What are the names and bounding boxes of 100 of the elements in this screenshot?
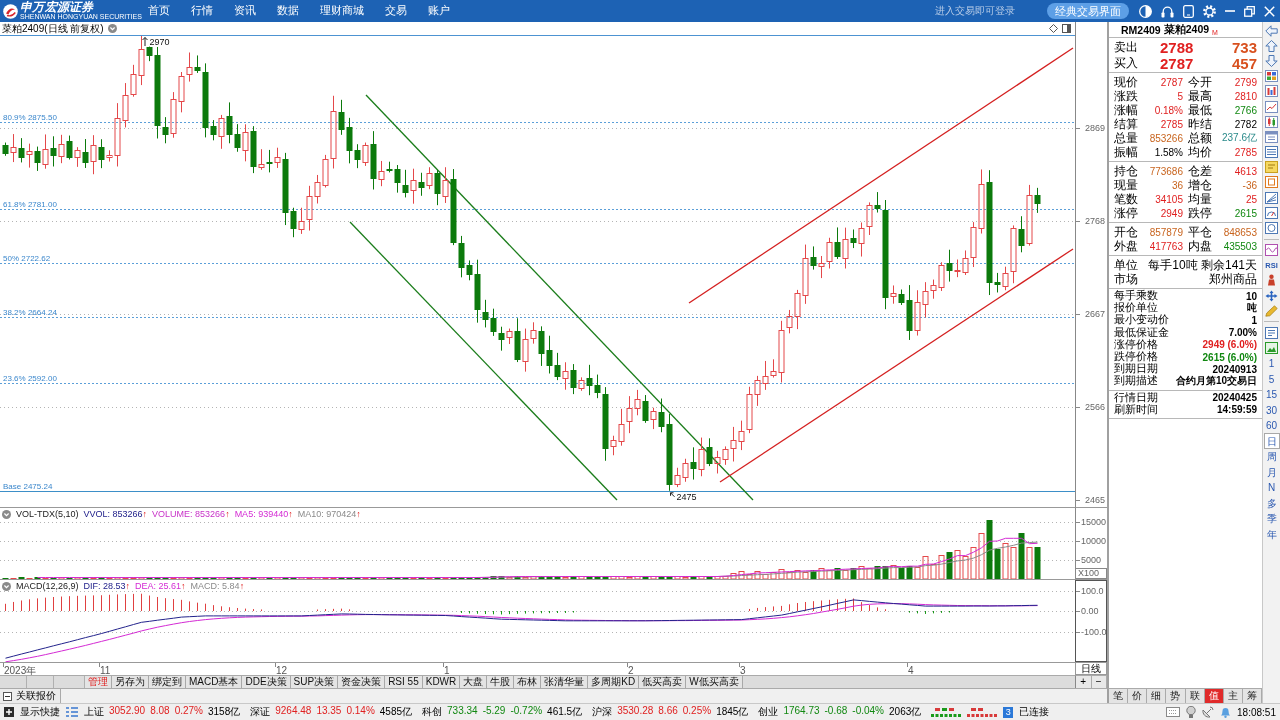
move-icon[interactable]	[1265, 289, 1278, 302]
formula-tab[interactable]: 管理	[85, 676, 112, 688]
panel-tab[interactable]: 价	[1128, 689, 1148, 703]
panel-tab[interactable]: 势	[1166, 689, 1186, 703]
formula-tab[interactable]: SUP决策	[290, 676, 339, 688]
nav-item[interactable]: 数据	[276, 4, 299, 18]
period-button[interactable]: 周	[1263, 448, 1280, 465]
wave-icon[interactable]	[1265, 244, 1278, 257]
formula-tab[interactable]: 布林	[514, 676, 542, 688]
formula-tab[interactable]: 多周期KD	[588, 676, 640, 688]
pencil-icon[interactable]	[1265, 304, 1278, 317]
trend-line[interactable]	[365, 94, 754, 501]
formula-tab[interactable]: 低买高卖	[639, 676, 687, 688]
nav-item[interactable]: 理财商城	[319, 4, 364, 18]
quote-label: 最高	[1188, 88, 1212, 104]
figure-icon[interactable]	[1265, 274, 1278, 287]
formula-tab[interactable]: KDWR	[422, 676, 461, 688]
square-tile-icon[interactable]	[1265, 176, 1278, 189]
formula-tab[interactable]: 牛股	[487, 676, 515, 688]
expand-icon[interactable]	[4, 707, 14, 717]
date-axis-label: 1	[444, 664, 450, 675]
tablet-icon[interactable]	[1183, 4, 1194, 18]
formula-tab[interactable]: W低买高卖	[686, 676, 743, 688]
bell-icon[interactable]	[1220, 706, 1232, 718]
collapse-icon	[3, 691, 12, 701]
zoom-in-button[interactable]: +	[1076, 676, 1092, 688]
shortcut-toggle[interactable]: 显示快捷	[20, 705, 60, 719]
formula-tab[interactable]: 资金决策	[338, 676, 386, 688]
nav-item[interactable]: 交易	[384, 4, 407, 18]
indicator-value: MACD: 5.84↑	[190, 581, 245, 591]
quote-value: 2949	[1160, 207, 1183, 219]
image-icon[interactable]	[1265, 342, 1278, 355]
period-button[interactable]: N	[1263, 479, 1280, 496]
period-button[interactable]: 日	[1263, 433, 1280, 449]
period-button[interactable]: 年	[1263, 526, 1280, 542]
quote-label: 行情日期	[1114, 390, 1158, 403]
nav-item[interactable]: 行情	[190, 4, 213, 18]
period-button[interactable]: 30	[1263, 402, 1280, 418]
index-change: 8.08	[150, 705, 170, 718]
panel-tab[interactable]: 笔	[1109, 689, 1129, 703]
panel-tab[interactable]: 筹	[1242, 689, 1262, 703]
satellite-icon[interactable]	[1202, 706, 1215, 718]
diamond-icon[interactable]	[1049, 24, 1058, 33]
panel-toggle-icon[interactable]	[1062, 24, 1071, 33]
chevron-circle-icon[interactable]	[2, 509, 11, 519]
candlestick-icon[interactable]	[1265, 115, 1278, 128]
linked-quotes-tab[interactable]: 关联报价	[0, 689, 61, 703]
settings-icon[interactable]	[1203, 4, 1216, 18]
chevron-circle-icon[interactable]	[2, 581, 11, 591]
arrow-down-icon[interactable]	[1265, 54, 1278, 67]
contrast-icon[interactable]	[1139, 4, 1152, 18]
headset-icon[interactable]	[1161, 4, 1174, 18]
period-button[interactable]: 1	[1263, 355, 1280, 372]
panel-tab[interactable]: 主	[1223, 689, 1243, 703]
formula-tab[interactable]: 另存为	[112, 676, 149, 688]
chevron-circle-icon[interactable]	[107, 24, 117, 33]
arrow-up-icon[interactable]	[1265, 39, 1278, 52]
quote-label: 跌停	[1188, 205, 1212, 222]
document-icon[interactable]	[1265, 326, 1278, 339]
formula-tab[interactable]: 大盘	[460, 676, 488, 688]
trend-line[interactable]	[719, 248, 1074, 483]
formula-tab[interactable]: 绑定到	[149, 676, 186, 688]
trend-line[interactable]	[349, 221, 618, 501]
formula-tab[interactable]: MACD基本	[186, 676, 243, 688]
panel-tab[interactable]: 细	[1147, 689, 1167, 703]
window-icon[interactable]	[1265, 130, 1278, 143]
nav-item[interactable]: 资讯	[233, 4, 256, 18]
list-icon[interactable]	[66, 707, 78, 717]
close-icon[interactable]	[1264, 5, 1275, 17]
index-name: 沪深	[592, 705, 613, 719]
nav-item[interactable]: 首页	[147, 4, 170, 18]
grid-chart-icon[interactable]	[1265, 70, 1278, 83]
period-button[interactable]: 季	[1263, 510, 1280, 527]
period-button[interactable]: 15	[1263, 386, 1280, 403]
index-change: -5.29	[482, 705, 506, 718]
formula-tab[interactable]: 张清华量	[541, 676, 589, 688]
bulb-icon[interactable]	[1186, 706, 1197, 718]
quote-label: 到期描述	[1114, 374, 1158, 389]
panel-tab[interactable]: 联	[1185, 689, 1205, 703]
index-percent: 0.27%	[174, 705, 203, 718]
keyboard-icon[interactable]	[1166, 707, 1181, 717]
circle-icon[interactable]	[1265, 222, 1278, 235]
period-button[interactable]: 5	[1263, 371, 1280, 387]
arrow-left-icon[interactable]	[1265, 24, 1278, 37]
period-button[interactable]: 60	[1263, 417, 1280, 434]
period-button[interactable]: 多	[1263, 495, 1280, 511]
period-button[interactable]: 月	[1263, 464, 1280, 480]
arc-icon[interactable]	[1265, 206, 1278, 219]
horizontal-lines-icon[interactable]	[1265, 146, 1278, 159]
panel-tab[interactable]: 值	[1204, 689, 1224, 703]
bar-chart-icon[interactable]	[1265, 85, 1278, 98]
restore-icon[interactable]	[1244, 5, 1255, 17]
line-chart-icon[interactable]	[1265, 100, 1278, 113]
trend-line[interactable]	[688, 47, 1074, 304]
fan-lines-icon[interactable]	[1265, 191, 1278, 204]
indicator-value: VOLUME: 853266↑	[152, 509, 230, 519]
nav-item[interactable]: 账户	[427, 4, 450, 18]
quote-label: 均量	[1188, 191, 1212, 207]
formula-tab[interactable]: RSI 55	[385, 676, 423, 688]
formula-tab[interactable]: DDE决策	[242, 676, 291, 688]
